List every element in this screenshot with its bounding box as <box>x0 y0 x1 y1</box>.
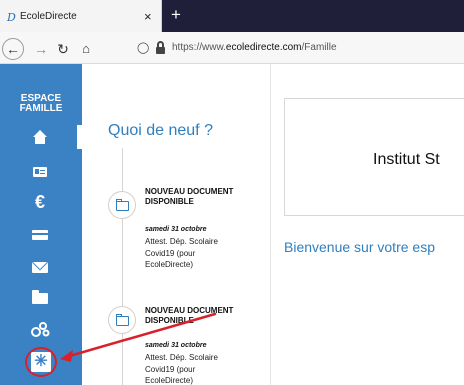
sidebar-title-line2: FAMILLE <box>19 103 63 114</box>
news-heading: Quoi de neuf ? <box>108 122 213 139</box>
wallet-icon <box>30 225 50 243</box>
sidebar-title: ESPACE FAMILLE <box>0 94 82 114</box>
url-text[interactable]: https://www.ecoledirecte.com/Famille <box>172 42 337 53</box>
url-prefix: https://www. <box>172 42 226 53</box>
school-card: Institut St <box>284 98 464 216</box>
sidebar-item-mail[interactable] <box>0 252 82 282</box>
shield-icon[interactable]: ◯ <box>137 41 149 54</box>
forward-arrow-icon[interactable]: → <box>30 38 52 60</box>
id-card-icon <box>30 163 50 181</box>
sidebar-item-snowflake[interactable]: ✳ <box>0 346 82 377</box>
news-timeline-line <box>122 148 123 385</box>
news-item-title: NOUVEAU DOCUMENT DISPONIBLE <box>145 306 234 325</box>
sidebar-item-people[interactable] <box>0 314 82 344</box>
reload-icon[interactable]: ↻ <box>52 38 74 60</box>
address-bar[interactable]: ◯ https://www.ecoledirecte.com/Famille <box>125 38 464 60</box>
news-item-body: Attest. Dép. Scolaire Covid19 (pour Ecol… <box>145 237 218 269</box>
folder-icon <box>108 191 136 219</box>
news-item-body: Attest. Dép. Scolaire Covid19 (pour Ecol… <box>145 353 218 385</box>
active-item-marker <box>77 125 82 149</box>
new-tab-button[interactable]: + <box>166 5 186 25</box>
browser-tab-ecoledirecte[interactable]: D EcoleDirecte × <box>0 0 162 32</box>
sidebar-item-id-card[interactable] <box>0 157 82 187</box>
folder-icon <box>108 306 136 334</box>
browser-home-icon[interactable]: ⌂ <box>75 38 97 60</box>
news-item-date: samedi 31 octobre <box>145 226 207 233</box>
news-item-title: NOUVEAU DOCUMENT DISPONIBLE <box>145 187 234 206</box>
welcome-text: Bienvenue sur votre esp <box>284 239 435 255</box>
browser-nav-bar: ← → ↻ ⌂ ◯ https://www.ecoledirecte.com/F… <box>0 32 464 64</box>
sidebar: ESPACE FAMILLE € ✳ <box>0 64 82 385</box>
people-icon <box>30 320 50 338</box>
sidebar-item-folder[interactable] <box>0 282 82 312</box>
url-path: /Famille <box>301 42 337 53</box>
sidebar-item-home[interactable] <box>0 122 82 152</box>
sidebar-item-wallet[interactable] <box>0 219 82 249</box>
tab-close-icon[interactable]: × <box>144 9 152 24</box>
browser-tab-bar: D EcoleDirecte × + <box>0 0 464 32</box>
content-divider <box>270 64 271 385</box>
url-domain: ecoledirecte.com <box>225 42 302 53</box>
sidebar-item-euro[interactable]: € <box>0 187 82 217</box>
mail-icon <box>30 258 50 276</box>
school-name: Institut St <box>373 151 440 168</box>
home-icon <box>30 128 50 146</box>
folder-icon <box>30 288 50 306</box>
back-arrow-icon[interactable]: ← <box>2 38 24 60</box>
ecoledirecte-favicon-icon: D <box>7 11 16 24</box>
tab-title: EcoleDirecte <box>20 11 77 22</box>
euro-icon: € <box>34 192 45 212</box>
news-item-date: samedi 31 octobre <box>145 342 207 349</box>
lock-icon[interactable] <box>156 41 165 54</box>
red-highlight-circle <box>25 347 57 377</box>
